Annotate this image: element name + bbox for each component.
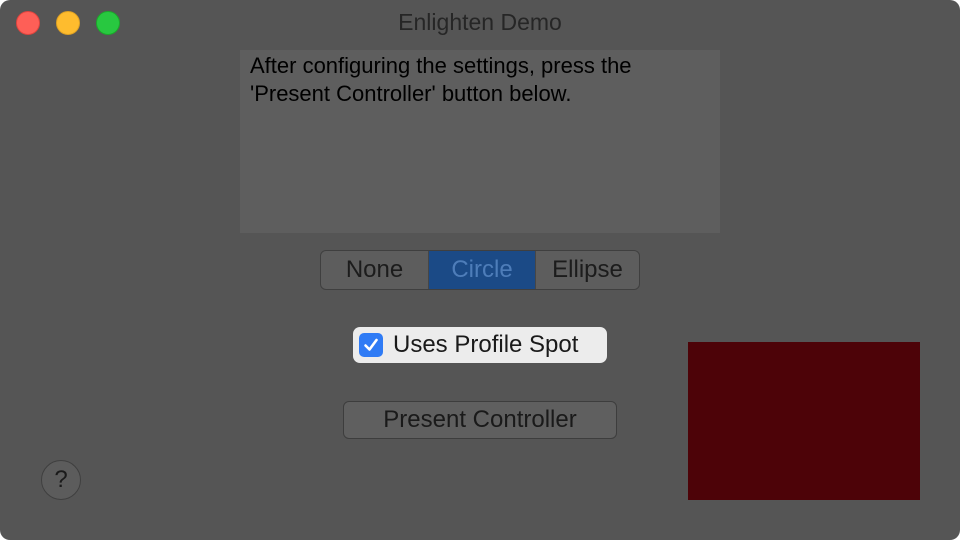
title-bar[interactable]: Enlighten Demo — [0, 0, 960, 46]
segment-ellipse[interactable]: Ellipse — [535, 251, 639, 289]
help-button[interactable]: ? — [41, 460, 81, 500]
segment-circle[interactable]: Circle — [429, 251, 535, 289]
uses-profile-spot-checkbox[interactable]: Uses Profile Spot — [353, 327, 607, 363]
shape-segmented-control[interactable]: None Circle Ellipse — [320, 250, 640, 290]
uses-profile-spot-label: Uses Profile Spot — [393, 331, 579, 358]
instructions-text-view[interactable]: After configuring the settings, press th… — [240, 50, 720, 233]
present-controller-button[interactable]: Present Controller — [343, 401, 617, 439]
color-preview-swatch — [688, 342, 920, 500]
app-window: Enlighten Demo After configuring the set… — [0, 0, 960, 540]
window-title: Enlighten Demo — [398, 9, 562, 35]
checkmark-icon[interactable] — [359, 333, 383, 357]
segment-none[interactable]: None — [321, 251, 429, 289]
